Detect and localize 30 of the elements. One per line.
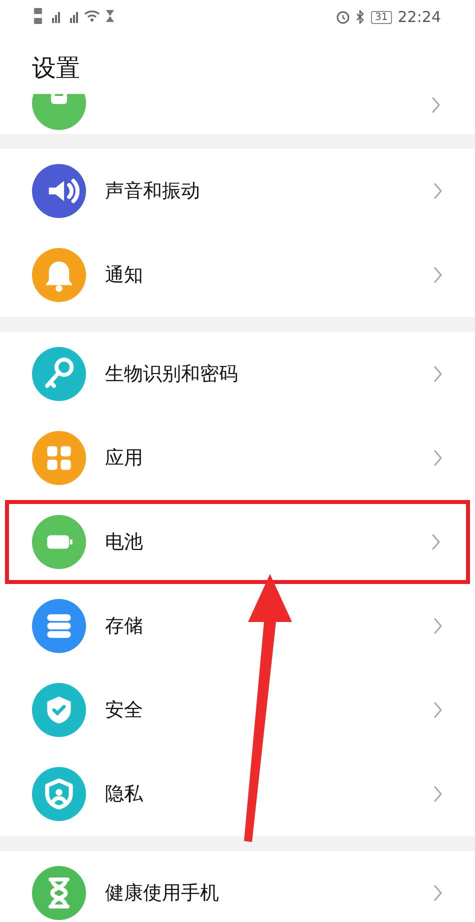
chevron-icon	[433, 617, 443, 635]
settings-item[interactable]: 声音和振动	[0, 149, 475, 233]
item-label: 健康使用手机	[105, 880, 220, 906]
item-label: 存储	[105, 614, 144, 639]
battery-indicator: 31	[371, 10, 392, 24]
chevron-icon	[431, 533, 441, 551]
item-label: 生物识别和密码	[105, 362, 239, 387]
item-label: 安全	[105, 698, 144, 723]
settings-item[interactable]: 生物识别和密码	[0, 332, 475, 416]
bluetooth-icon	[356, 10, 366, 24]
item-label: 应用	[105, 446, 144, 471]
settings-item[interactable]: 电池	[5, 500, 470, 584]
chevron-icon	[433, 266, 443, 284]
chevron-icon	[433, 785, 443, 803]
item-label: 隐私	[105, 782, 144, 807]
alarm-icon	[336, 10, 350, 24]
clock: 22:24	[398, 6, 441, 28]
chevron-icon	[433, 182, 443, 200]
settings-item[interactable]: 健康使用手机	[0, 851, 475, 922]
chevron-icon	[433, 365, 443, 383]
item-label: 声音和振动	[105, 178, 201, 204]
settings-item[interactable]: 应用	[0, 416, 475, 500]
page-title: 设置	[31, 53, 81, 84]
settings-item[interactable]: 通知	[0, 233, 475, 317]
chevron-icon	[433, 449, 443, 467]
chevron-icon	[433, 701, 443, 719]
chevron-icon	[431, 96, 441, 114]
chevron-icon	[433, 884, 443, 902]
item-label: 通知	[105, 262, 144, 288]
item-label: 电池	[105, 530, 144, 555]
